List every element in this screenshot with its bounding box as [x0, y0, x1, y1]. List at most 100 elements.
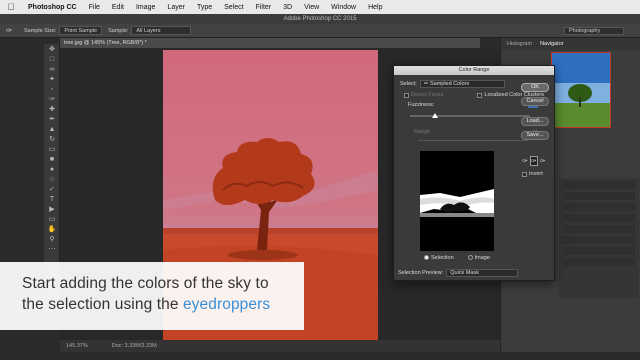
more-tools-icon[interactable]: ⋯ [44, 244, 60, 254]
layer-row[interactable] [563, 214, 635, 222]
detect-faces-label: Detect Faces [411, 92, 444, 98]
menu-select[interactable]: Select [218, 4, 249, 11]
selection-preview-row: Selection Preview: Quick Mask [398, 269, 519, 277]
image-radio-label: Image [474, 255, 490, 261]
blur-tool-icon[interactable]: ● [44, 164, 60, 174]
selection-radio[interactable]: Selection [424, 255, 454, 261]
select-value: Sampled Colors [429, 81, 470, 87]
navigator-thumbnail[interactable] [551, 52, 611, 128]
image-radio[interactable]: Image [467, 255, 490, 261]
apple-icon[interactable]:  [0, 2, 22, 12]
select-dropdown[interactable]: ✑ Sampled Colors [419, 80, 505, 88]
save-button[interactable]: Save... [521, 131, 549, 140]
layer-row[interactable] [563, 203, 635, 211]
select-row: Select: ✑ Sampled Colors [400, 80, 505, 88]
ok-button[interactable]: OK [521, 83, 549, 92]
tab-navigator[interactable]: Navigator [540, 41, 564, 47]
sample-size-select[interactable]: Point Sample [59, 26, 103, 35]
eraser-tool-icon[interactable]: ▭ [44, 144, 60, 154]
eyedropper-group: ✑ ✑ ✑ [522, 156, 546, 166]
stamp-tool-icon[interactable]: ▲ [44, 124, 60, 134]
path-select-tool-icon[interactable]: ▶ [44, 204, 60, 214]
fuzziness-label: Fuzziness: [408, 102, 435, 108]
sample-label: Sample: [108, 27, 129, 34]
tutorial-caption: Start adding the colors of the sky to th… [0, 262, 304, 330]
tab-histogram[interactable]: Histogram [507, 41, 532, 47]
panel-tabs: Histogram Navigator [501, 38, 640, 50]
invert-label: Invert [529, 171, 543, 177]
selection-preview-select[interactable]: Quick Mask [446, 269, 519, 277]
selection-preview-label: Selection Preview: [398, 270, 444, 276]
fuzziness-slider[interactable] [410, 115, 530, 117]
eyedropper-icon[interactable]: ✑ [0, 26, 18, 35]
caption-line-2: the selection using the eyedroppers [22, 294, 304, 315]
preview-radio-group: Selection Image [424, 255, 524, 261]
crop-tool-icon[interactable]: ◦ [44, 84, 60, 94]
layer-row[interactable] [563, 247, 635, 255]
menu-view[interactable]: View [298, 4, 325, 11]
range-slider[interactable] [418, 140, 528, 141]
layers-panel [559, 178, 639, 298]
load-button[interactable]: Load... [521, 117, 549, 126]
zoom-level[interactable]: 145.37% [66, 340, 88, 352]
menu-app-name[interactable]: Photoshop CC [22, 4, 83, 11]
menu-layer[interactable]: Layer [161, 4, 191, 11]
brush-tool-icon[interactable]: ✒ [44, 114, 60, 124]
layer-row[interactable] [563, 181, 635, 189]
pen-tool-icon[interactable]: ✓ [44, 184, 60, 194]
hand-tool-icon[interactable]: ✋ [44, 224, 60, 234]
menu-file[interactable]: File [83, 4, 106, 11]
healing-tool-icon[interactable]: ✚ [44, 104, 60, 114]
menu-image[interactable]: Image [130, 4, 161, 11]
menu-bar:  Photoshop CC File Edit Image Layer Typ… [0, 0, 640, 14]
dodge-tool-icon[interactable]: ○ [44, 174, 60, 184]
menu-filter[interactable]: Filter [250, 4, 278, 11]
workspace-select[interactable]: Photography [564, 27, 624, 35]
eyedropper-icon: ✑ [423, 81, 429, 87]
checkbox-box [477, 92, 483, 98]
zoom-tool-icon[interactable]: ⚲ [44, 234, 60, 244]
select-label: Select: [400, 81, 417, 87]
caption-line-2-text: the selection using the [22, 296, 183, 313]
eyedropper-subtract-icon[interactable]: ✑ [540, 157, 546, 165]
lasso-tool-icon[interactable]: ∞ [44, 64, 60, 74]
selection-radio-label: Selection [431, 255, 454, 261]
move-tool-icon[interactable]: ✥ [44, 44, 60, 54]
document-tab[interactable]: tree.jpg @ 145% (Tree, RGB/8*) * [60, 38, 480, 48]
layer-row[interactable] [563, 236, 635, 244]
fuzziness-slider-thumb[interactable] [432, 113, 438, 118]
eyedropper-tool-icon[interactable]: ✑ [44, 94, 60, 104]
doc-size[interactable]: Doc: 3.33M/3.33M [112, 340, 157, 352]
layer-row[interactable] [563, 258, 635, 266]
eyedropper-icon[interactable]: ✑ [522, 157, 528, 165]
invert-checkbox[interactable]: Invert [522, 171, 543, 177]
detect-faces-checkbox[interactable]: Detect Faces [404, 92, 443, 98]
type-tool-icon[interactable]: T [44, 194, 60, 204]
color-range-dialog: Color Range Select: ✑ Sampled Colors Det… [393, 65, 555, 281]
options-bar: ✑ Sample Size: Point Sample Sample: All … [0, 24, 640, 38]
gradient-tool-icon[interactable]: ■ [44, 154, 60, 164]
menu-edit[interactable]: Edit [106, 4, 130, 11]
checkbox-box [522, 171, 527, 177]
range-label: Range [414, 129, 431, 135]
menu-help[interactable]: Help [362, 4, 388, 11]
menu-type[interactable]: Type [191, 4, 218, 11]
radio-dot [424, 255, 429, 261]
radio-dot [467, 255, 473, 261]
eyedropper-add-icon[interactable]: ✑ [529, 156, 538, 166]
cancel-button[interactable]: Cancel [521, 97, 549, 106]
menu-3d[interactable]: 3D [277, 4, 298, 11]
history-brush-tool-icon[interactable]: ↻ [44, 134, 60, 144]
sample-size-label: Sample Size: [24, 27, 57, 34]
caption-line-1: Start adding the colors of the sky to [22, 275, 269, 292]
sample-select[interactable]: All Layers [131, 26, 192, 35]
layer-row[interactable] [563, 225, 635, 233]
shape-tool-icon[interactable]: ▭ [44, 214, 60, 224]
selection-preview-image[interactable] [420, 151, 494, 251]
quick-select-tool-icon[interactable]: ✦ [44, 74, 60, 84]
menu-window[interactable]: Window [325, 4, 362, 11]
checkbox-box [404, 92, 409, 98]
marquee-tool-icon[interactable]: □ [44, 54, 60, 64]
dialog-title: Color Range [394, 66, 554, 75]
layer-row[interactable] [563, 192, 635, 200]
